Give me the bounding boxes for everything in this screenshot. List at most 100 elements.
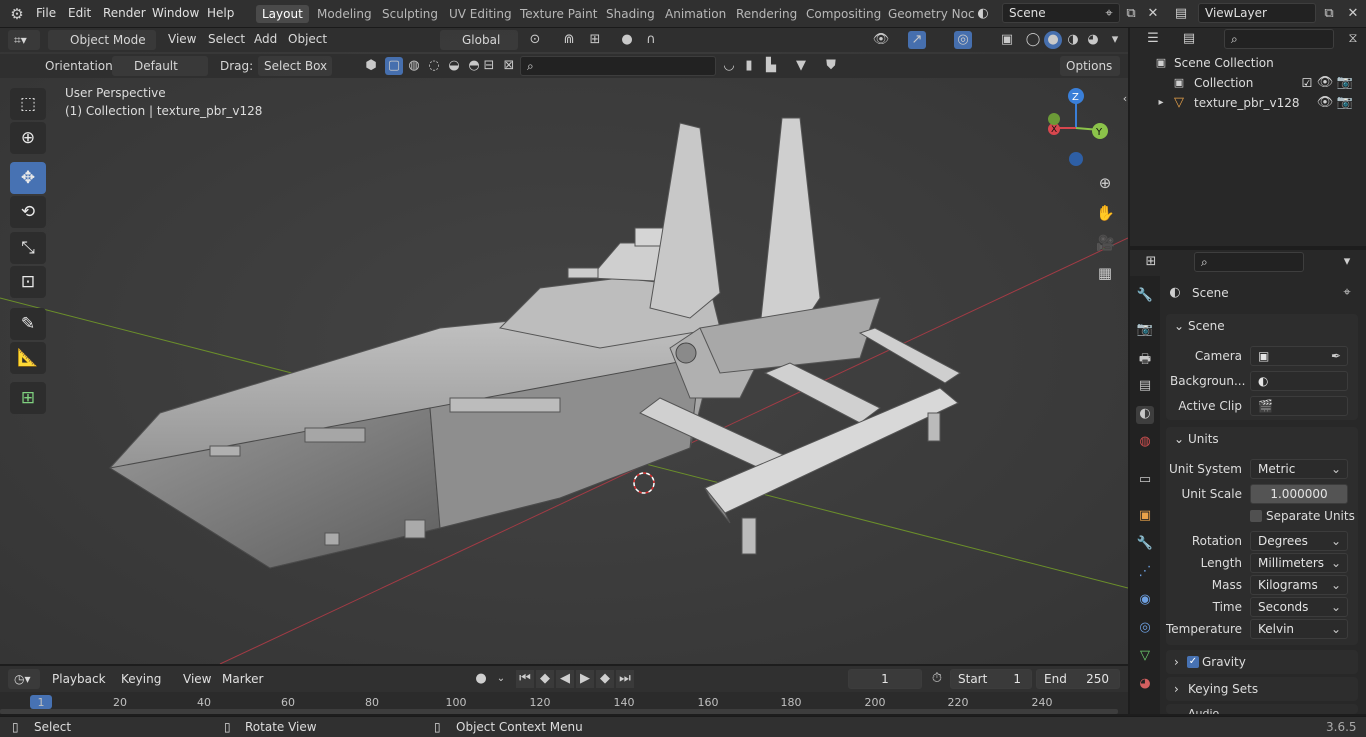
scale-tool[interactable]: ⤡ — [10, 232, 46, 264]
snap-target-icon[interactable]: ⊞ — [586, 31, 604, 49]
collection-tab-icon[interactable]: ▭ — [1136, 472, 1154, 490]
jump-start-icon[interactable]: ⏮ — [516, 670, 534, 688]
scene-section-chevron-icon[interactable]: ⌄ — [1174, 319, 1184, 333]
zoom-icon[interactable]: ⊕ — [1096, 174, 1114, 192]
tab-layout[interactable]: Layout — [256, 5, 309, 23]
particles-tab-icon[interactable]: ⋰ — [1136, 564, 1154, 582]
record-options-icon[interactable]: ⌄ — [492, 670, 510, 688]
menu-file[interactable]: File — [36, 6, 56, 20]
active-clip-field[interactable]: 🎬 — [1250, 396, 1348, 416]
separate-units-checkbox[interactable] — [1250, 510, 1262, 522]
scene-section-title[interactable]: Scene — [1188, 319, 1225, 333]
start-frame-field[interactable]: Start 1 — [950, 669, 1032, 689]
world-tab-icon[interactable]: ◍ — [1136, 434, 1154, 452]
timeline-scrollbar[interactable] — [0, 709, 1118, 714]
prev-keyframe-icon[interactable]: ◆ — [536, 670, 554, 688]
transform-tool[interactable]: ⊡ — [10, 266, 46, 298]
new-scene-icon[interactable]: ⧉ — [1122, 5, 1140, 23]
color-cube-icon[interactable]: ⬢ — [362, 57, 380, 75]
properties-search-input[interactable]: ⌕ — [1194, 252, 1304, 272]
physics-tab-icon[interactable]: ◉ — [1136, 592, 1154, 610]
wireframe-shading-icon[interactable]: ◯ — [1024, 31, 1042, 49]
bookmark-icon[interactable]: ▮ — [740, 57, 758, 75]
view-layer-selector[interactable]: ViewLayer — [1198, 3, 1316, 23]
shield-icon[interactable]: ⛊ — [822, 57, 840, 75]
tab-sculpting[interactable]: Sculpting — [376, 5, 444, 23]
tab-uv-editing[interactable]: UV Editing — [443, 5, 518, 23]
proportional-edit-icon[interactable]: ● — [618, 31, 636, 49]
new-view-layer-icon[interactable]: ⧉ — [1320, 5, 1338, 23]
eye-icon[interactable]: 👁 — [1316, 94, 1334, 112]
expand-arrow-icon[interactable]: ▸ — [1152, 94, 1170, 112]
rotation-dropdown[interactable]: Degrees ⌄ — [1250, 531, 1348, 551]
filter-icon[interactable]: ⧖ — [1344, 30, 1362, 48]
outliner-search-input[interactable]: ⌕ — [1224, 29, 1334, 49]
view-layer-tab-icon[interactable]: ▤ — [1136, 378, 1154, 396]
temperature-dropdown[interactable]: Kelvin ⌄ — [1250, 619, 1348, 639]
tab-shading[interactable]: Shading — [600, 5, 661, 23]
solid-shading-icon[interactable]: ● — [1044, 31, 1062, 49]
play-reverse-icon[interactable]: ◀ — [556, 670, 574, 688]
camera-field[interactable]: ▣ ✒ — [1250, 346, 1348, 366]
menu-window[interactable]: Window — [152, 6, 199, 20]
outliner-editor-icon[interactable]: ☰ — [1144, 30, 1162, 48]
blender-logo-icon[interactable]: ⚙ — [8, 5, 26, 23]
tab-compositing[interactable]: Compositing — [800, 5, 887, 23]
select-box-tool[interactable]: ⬚ — [10, 88, 46, 120]
gravity-checkbox[interactable]: ✓ — [1187, 656, 1199, 668]
tool-tab-icon[interactable]: 🔧 — [1136, 288, 1154, 306]
annotate-tool[interactable]: ✎ — [10, 308, 46, 340]
xray-icon[interactable]: ▣ — [998, 31, 1016, 49]
render-tab-icon[interactable]: 📷 — [1136, 322, 1154, 340]
scene-collection-label[interactable]: Scene Collection — [1174, 56, 1274, 70]
record-icon[interactable]: ● — [472, 670, 490, 688]
timeline-editor-icon[interactable]: ◷▾ — [8, 669, 40, 689]
drag-dropdown[interactable]: Select Box — [258, 56, 332, 76]
tool-search-input[interactable]: ⌕ — [520, 56, 716, 76]
data-tab-icon[interactable]: ▽ — [1136, 648, 1154, 666]
filter-type-icon[interactable]: ◡ — [720, 57, 738, 75]
align-icon[interactable]: ⊟ — [480, 57, 498, 75]
distribute-icon[interactable]: ⊠ — [500, 57, 518, 75]
unit-system-dropdown[interactable]: Metric ⌄ — [1250, 459, 1348, 479]
view-layer-icon[interactable]: ▤ — [1172, 5, 1190, 23]
properties-editor-icon[interactable]: ⊞ — [1142, 253, 1160, 271]
menu-marker[interactable]: Marker — [222, 672, 263, 686]
tab-geometry-nodes[interactable]: Geometry Noc — [882, 5, 981, 23]
delete-view-layer-icon[interactable]: ✕ — [1344, 5, 1362, 23]
snap-icon[interactable]: ⋒ — [560, 31, 578, 49]
visibility-icon[interactable]: 👁 — [872, 31, 890, 49]
3d-viewport[interactable]: Z Y X User Perspective (1) Collection | … — [0, 28, 1128, 664]
stopwatch-icon[interactable]: ⏱ — [928, 670, 946, 688]
select-mode-extend-icon[interactable]: ◍ — [405, 57, 423, 75]
pan-hand-icon[interactable]: ✋ — [1096, 204, 1115, 222]
menu-timeline-view[interactable]: View — [183, 672, 211, 686]
menu-playback[interactable]: Playback — [52, 672, 106, 686]
add-cube-tool[interactable]: ⊞ — [10, 382, 46, 414]
tab-animation[interactable]: Animation — [659, 5, 732, 23]
play-icon[interactable]: ▶ — [576, 670, 594, 688]
units-section-chevron-icon[interactable]: ⌄ — [1174, 432, 1184, 446]
eye-icon[interactable]: 👁 — [1316, 74, 1334, 92]
object-label[interactable]: texture_pbr_v128 — [1194, 96, 1300, 110]
background-field[interactable]: ◐ — [1250, 371, 1348, 391]
rendered-shading-icon[interactable]: ◕ — [1084, 31, 1102, 49]
cursor-tool[interactable]: ⊕ — [10, 122, 46, 154]
output-tab-icon[interactable]: 🖶 — [1136, 350, 1154, 368]
camera-icon[interactable]: 📷 — [1336, 94, 1354, 112]
menu-add[interactable]: Add — [254, 32, 277, 46]
pivot-icon[interactable]: ⊙ — [526, 31, 544, 49]
menu-select[interactable]: Select — [208, 32, 245, 46]
jump-end-icon[interactable]: ⏭ — [616, 670, 634, 688]
modifier-tab-icon[interactable]: 🔧 — [1136, 536, 1154, 554]
mode-dropdown[interactable]: Object Mode — [48, 30, 156, 50]
object-tab-icon[interactable]: ▣ — [1136, 508, 1154, 526]
overlay-toggle-icon[interactable]: ◎ — [954, 31, 972, 49]
rotate-tool[interactable]: ⟲ — [10, 196, 46, 228]
move-tool[interactable]: ✥ — [10, 162, 46, 194]
orientation-dropdown[interactable]: Default — [112, 56, 208, 76]
menu-object[interactable]: Object — [288, 32, 327, 46]
delete-scene-icon[interactable]: ✕ — [1144, 5, 1162, 23]
pin-icon[interactable]: ⌖ — [1100, 5, 1118, 23]
exclude-checkbox-icon[interactable]: ☑ — [1298, 74, 1316, 92]
